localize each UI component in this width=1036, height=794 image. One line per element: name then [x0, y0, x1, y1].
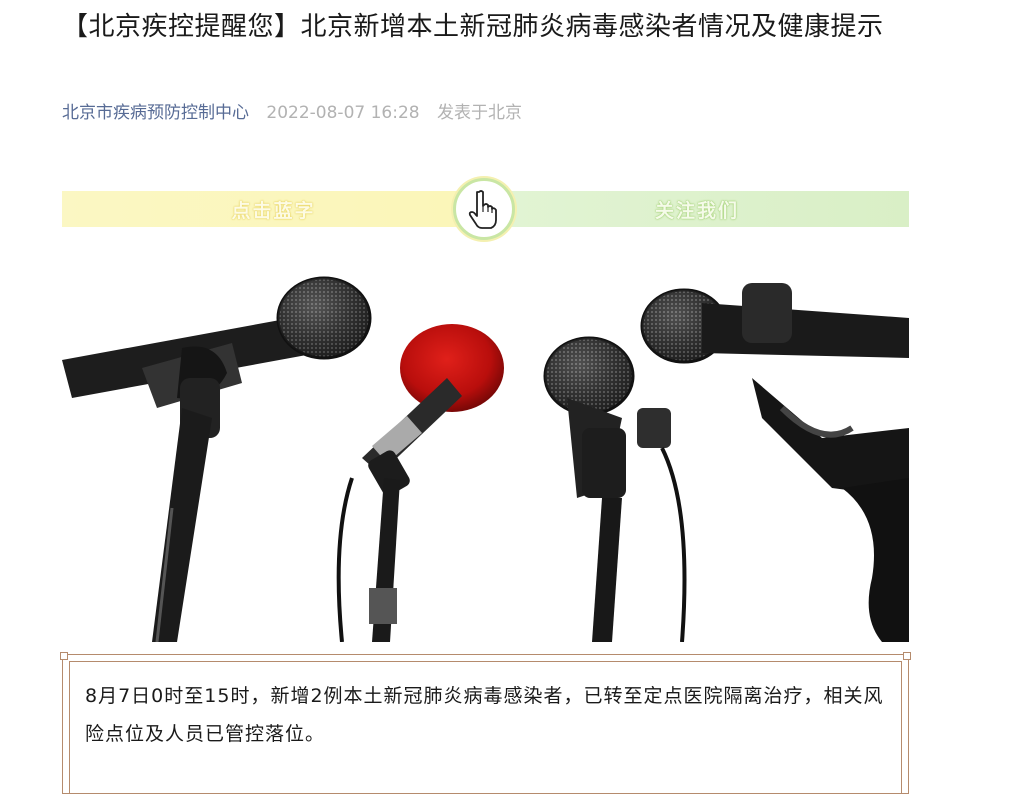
author-link[interactable]: 北京市疾病预防控制中心	[62, 103, 249, 123]
mic-center-right	[543, 336, 687, 642]
article-meta: 北京市疾病预防控制中心 2022-08-07 16:28 发表于北京	[62, 101, 522, 125]
banner-left-text: 点击蓝字	[231, 199, 316, 222]
mic-left	[62, 276, 372, 642]
corner-decoration	[903, 652, 911, 660]
notice-text: 8月7日0时至15时，新增2例本土新冠肺炎病毒感染者，已转至定点医院隔离治疗，相…	[85, 685, 884, 745]
publish-location: 发表于北京	[437, 103, 523, 123]
mic-right	[640, 283, 909, 642]
banner-right-text: 关注我们	[654, 199, 739, 222]
follow-us-banner[interactable]: 点击蓝字 关注我们	[62, 176, 909, 244]
publish-date: 2022-08-07 16:28	[266, 103, 420, 123]
corner-decoration	[60, 652, 68, 660]
mic-red	[336, 324, 504, 642]
article-title: 【北京疾控提醒您】北京新增本土新冠肺炎病毒感染者情况及健康提示	[62, 12, 884, 42]
microphones-image	[62, 258, 909, 642]
pointing-hand-icon	[453, 178, 515, 240]
notice-box: 8月7日0时至15时，新增2例本土新冠肺炎病毒感染者，已转至定点医院隔离治疗，相…	[60, 652, 911, 794]
banner-left: 点击蓝字	[62, 191, 485, 227]
banner-right: 关注我们	[485, 191, 909, 227]
